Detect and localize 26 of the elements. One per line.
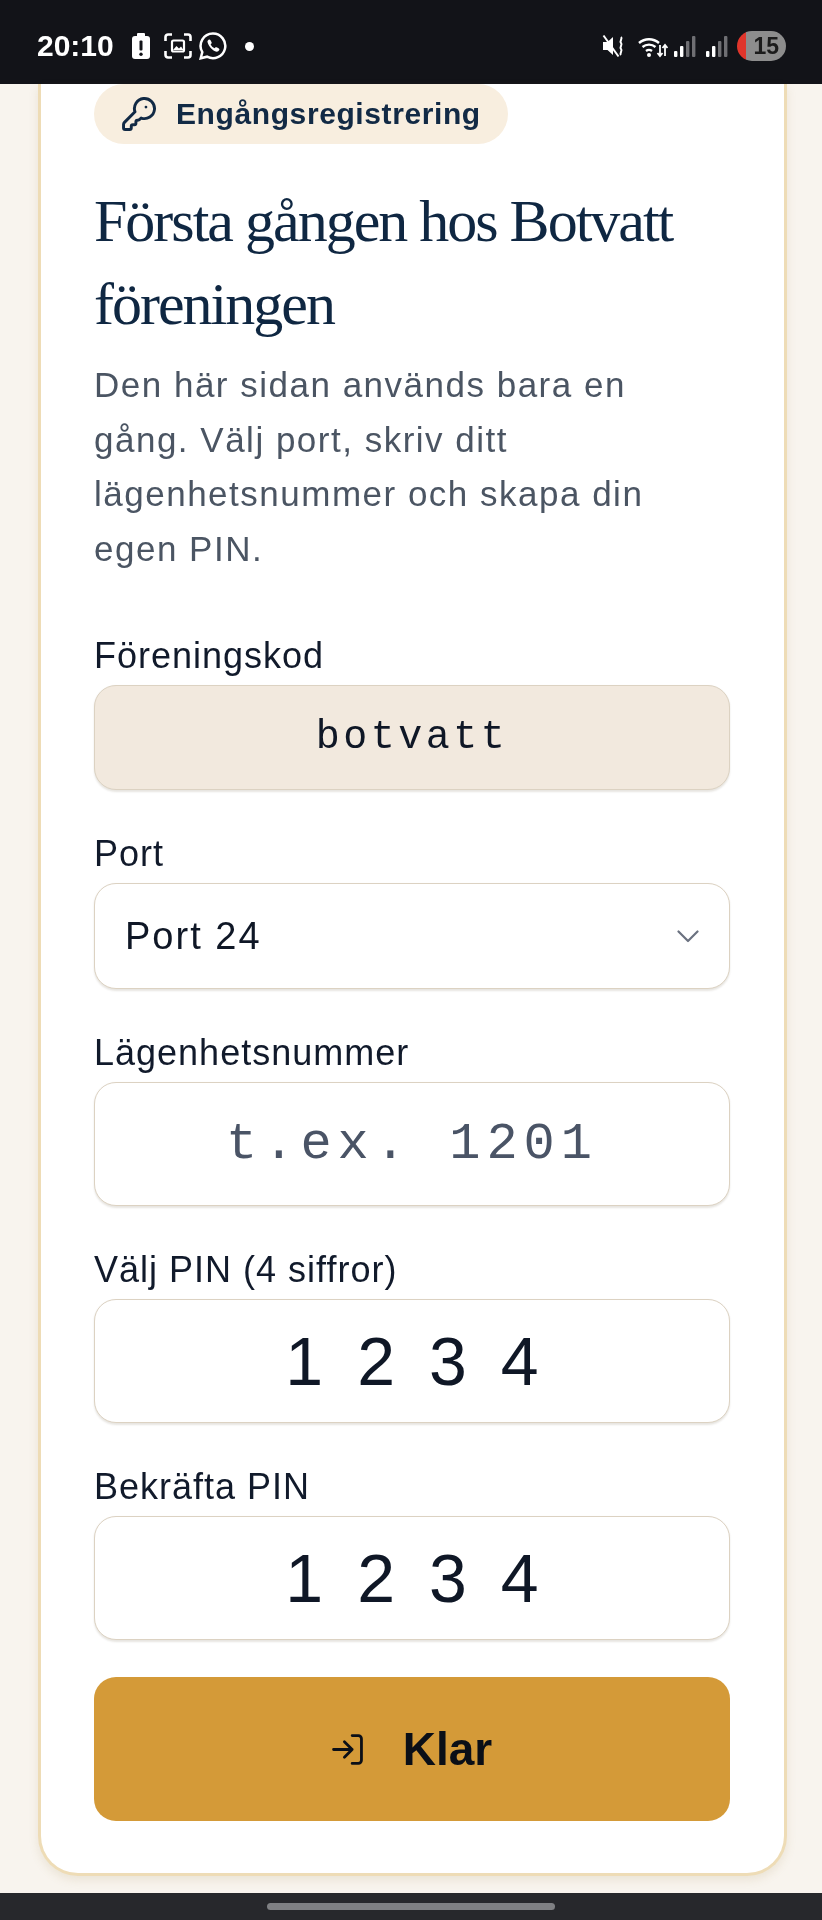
code-field[interactable]: botvatt — [94, 685, 730, 790]
login-icon — [331, 1733, 363, 1765]
field-label: Föreningskod — [94, 634, 326, 678]
description-text: Den här sidan används bara en gång. Välj port, skriv ditt lägenhetsnummer och skapa din egen PIN. — [94, 364, 645, 570]
done-button[interactable]: Klar — [94, 1677, 730, 1821]
pin-field[interactable]: 1234 — [94, 1516, 730, 1640]
key-icon — [122, 97, 156, 131]
field-label: Port — [94, 832, 166, 876]
image-frame-icon — [163, 33, 192, 59]
signal-icon — [706, 35, 728, 57]
page-title: Första gången hos Botvatt föreningen — [94, 187, 674, 339]
chat-bubble-phone-icon — [198, 32, 227, 60]
field-label: Bekräfta PIN — [94, 1465, 312, 1509]
battery-alert-icon — [131, 33, 150, 59]
home-indicator[interactable] — [267, 1903, 555, 1910]
chevron-down-icon — [677, 929, 699, 943]
pin-field[interactable]: 1234 — [94, 1299, 730, 1423]
port-dropdown[interactable]: Port 24 — [94, 883, 730, 989]
battery-level: 15 — [737, 31, 786, 61]
input-field[interactable]: t.ex. 1201 — [94, 1082, 730, 1206]
field-label: Lägenhetsnummer — [94, 1031, 411, 1075]
signal-icon — [674, 35, 696, 57]
field-label: Välj PIN (4 siffror) — [94, 1248, 399, 1292]
dot-icon — [244, 41, 254, 51]
registration-label: Engångsregistrering — [176, 97, 481, 131]
clock-time: 20:10 — [37, 29, 114, 63]
